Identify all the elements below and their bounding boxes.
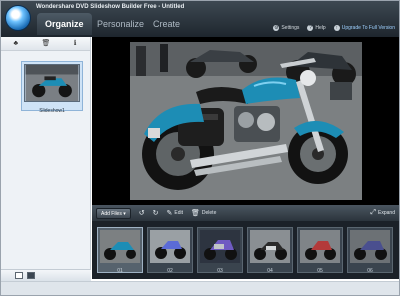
rotate-right-icon: ↻ bbox=[152, 210, 159, 217]
add-slideshow-icon[interactable]: ♣ bbox=[12, 40, 20, 48]
frame-number: 02 bbox=[167, 268, 173, 274]
rotate-left-icon: ↺ bbox=[138, 210, 145, 217]
panel-toolbar: ♣ 🗑 ℹ bbox=[1, 37, 90, 51]
gear-icon: ⚙ bbox=[273, 25, 280, 31]
settings-label: Settings bbox=[281, 25, 300, 31]
settings-link[interactable]: ⚙ Settings bbox=[273, 25, 299, 31]
slideshow-thumbnail[interactable]: Slideshow1 bbox=[21, 61, 83, 114]
action-toolbar: Add Files ▾ ↺ ↻ ✎ Edit 🗑 Delete ⤢ Expand bbox=[92, 205, 399, 221]
add-files-label: Add Files bbox=[101, 210, 122, 217]
edit-label: Edit bbox=[174, 210, 183, 216]
top-links: ⚙ Settings ? Help ↑ Upgrade To Full Vers… bbox=[273, 23, 395, 33]
thumbnail-view-icon[interactable] bbox=[27, 272, 35, 279]
slideshow-thumbnail-label: Slideshow1 bbox=[39, 108, 65, 114]
tab-organize[interactable]: Organize bbox=[37, 13, 92, 35]
expand-button[interactable]: ⤢ Expand bbox=[370, 209, 395, 217]
frame-thumbnail bbox=[250, 230, 290, 263]
filmstrip-frame[interactable]: 05 bbox=[297, 227, 343, 274]
frame-number: 03 bbox=[217, 268, 223, 274]
delete-slideshow-icon[interactable]: 🗑 bbox=[41, 40, 50, 48]
upgrade-icon: ↑ bbox=[333, 25, 340, 31]
delete-icon: 🗑 bbox=[191, 210, 200, 217]
tab-create[interactable]: Create bbox=[145, 13, 188, 35]
tab-personalize[interactable]: Personalize bbox=[89, 13, 152, 35]
help-label: Help bbox=[315, 25, 326, 31]
expand-label: Expand bbox=[378, 210, 395, 216]
expand-icon: ⤢ bbox=[370, 209, 377, 216]
delete-button[interactable]: 🗑 Delete bbox=[191, 209, 216, 217]
motorcycle-photo bbox=[130, 42, 362, 200]
app-title: Wondershare DVD Slideshow Builder Free -… bbox=[36, 4, 185, 10]
help-link[interactable]: ? Help bbox=[307, 25, 326, 31]
filmstrip-frame[interactable]: 02 bbox=[147, 227, 193, 274]
upgrade-link[interactable]: ↑ Upgrade To Full Version bbox=[333, 25, 395, 31]
edit-button[interactable]: ✎ Edit bbox=[167, 209, 184, 217]
slideshow-panel: ♣ 🗑 ℹ Slideshow1 bbox=[1, 37, 91, 281]
frame-number: 06 bbox=[367, 268, 373, 274]
add-files-button[interactable]: Add Files ▾ bbox=[96, 207, 131, 219]
filmstrip-frame[interactable]: 01 bbox=[97, 227, 143, 274]
app-logo-icon[interactable] bbox=[5, 5, 31, 31]
filmstrip-frame[interactable]: 04 bbox=[247, 227, 293, 274]
title-bar: Wondershare DVD Slideshow Builder Free -… bbox=[1, 1, 399, 37]
frame-thumbnail bbox=[300, 230, 340, 263]
rotate-left-button[interactable]: ↺ bbox=[139, 209, 145, 217]
view-toggle-bar bbox=[1, 269, 91, 281]
frame-thumbnail bbox=[150, 230, 190, 263]
info-icon[interactable]: ℹ bbox=[71, 40, 79, 48]
status-bar bbox=[1, 281, 399, 295]
frame-thumbnail bbox=[200, 230, 240, 263]
filmstrip: 01 02 03 04 05 06 bbox=[92, 221, 399, 279]
app-window: Wondershare DVD Slideshow Builder Free -… bbox=[0, 0, 400, 296]
help-icon: ? bbox=[307, 25, 314, 31]
frame-number: 01 bbox=[117, 268, 123, 274]
frame-number: 04 bbox=[267, 268, 273, 274]
photo-preview[interactable] bbox=[92, 37, 399, 205]
delete-label: Delete bbox=[201, 210, 217, 216]
filmstrip-frame[interactable]: 03 bbox=[197, 227, 243, 274]
frame-thumbnail bbox=[350, 230, 390, 263]
upgrade-label: Upgrade To Full Version bbox=[341, 25, 395, 31]
frame-number: 05 bbox=[317, 268, 323, 274]
edit-icon: ✎ bbox=[166, 210, 173, 217]
frame-thumbnail bbox=[100, 230, 140, 263]
list-view-icon[interactable] bbox=[15, 272, 23, 279]
rotate-right-button[interactable]: ↻ bbox=[153, 209, 159, 217]
slideshow-thumbnail-image bbox=[24, 64, 80, 102]
filmstrip-frame[interactable]: 06 bbox=[347, 227, 393, 274]
